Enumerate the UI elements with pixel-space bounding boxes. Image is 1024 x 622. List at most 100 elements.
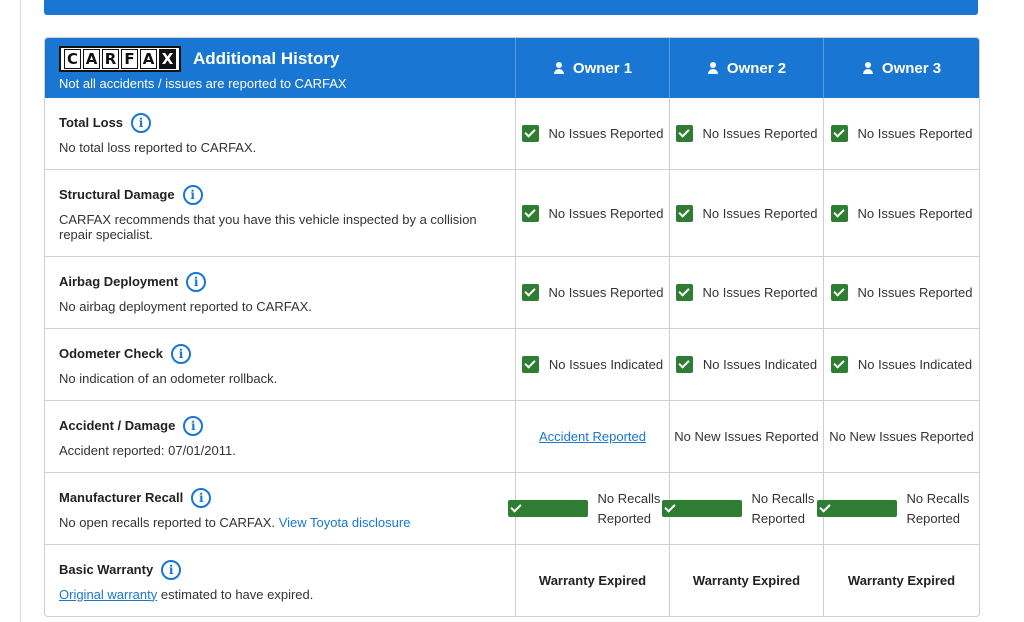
checkmark-icon — [830, 204, 848, 222]
checkmark-icon — [830, 356, 848, 373]
owner-2-status: No Issues Indicated — [670, 329, 824, 400]
status-text: No New Issues Reported — [829, 429, 974, 444]
checkmark-icon — [830, 284, 848, 301]
owner-3-status: No Recalls Reported — [816, 473, 979, 544]
warranty-description-text: estimated to have expired. — [160, 586, 314, 602]
owner-1-status: No Issues Reported — [516, 257, 670, 328]
status-text: No Recalls Reported — [906, 490, 970, 526]
row-description: Accident reported: 07/01/2011. — [59, 442, 236, 458]
owner-1-status: No Recalls Reported — [507, 473, 670, 544]
checkmark-icon — [830, 125, 848, 142]
owner-3-header: Owner 3 — [824, 38, 979, 98]
checkmark-icon — [521, 284, 539, 301]
logo-letter: C — [64, 48, 81, 69]
owner-1-status: No Issues Reported — [516, 170, 670, 256]
info-icon[interactable]: i — [161, 559, 182, 580]
section-subtitle: Not all accidents / issues are reported … — [59, 75, 347, 91]
person-icon — [862, 62, 874, 74]
table-row-airbag-deployment: Airbag Deployment i No airbag deployment … — [45, 257, 979, 329]
logo-letter: F — [121, 48, 138, 69]
row-title: Structural Damage — [59, 187, 175, 202]
row-title: Total Loss — [59, 115, 124, 130]
owner-1-status: Warranty Expired — [516, 545, 670, 616]
logo-letter: X — [159, 48, 176, 69]
owner-1-status: No Issues Reported — [516, 98, 670, 169]
table-header: C A R F A X Additional History Not all a… — [45, 38, 979, 98]
toyota-disclosure-link[interactable]: View Toyota disclosure — [279, 515, 411, 530]
row-label-cell: Structural Damage i CARFAX recommends tha… — [45, 170, 516, 256]
status-text: No Issues Indicated — [702, 357, 818, 372]
person-icon — [707, 62, 719, 74]
owner-2-status: No Issues Reported — [670, 257, 824, 328]
owner-2-header: Owner 2 — [670, 38, 824, 98]
owner-label: Owner 2 — [726, 59, 787, 77]
checkmark-icon — [661, 500, 742, 517]
logo-letter: A — [83, 48, 100, 69]
info-icon[interactable]: i — [191, 487, 212, 508]
status-text: No Issues Reported — [548, 205, 664, 221]
owner-3-status: No New Issues Reported — [824, 401, 979, 472]
owner-3-status: Warranty Expired — [824, 545, 979, 616]
table-row-manufacturer-recall: Manufacturer Recall i No open recalls rep… — [45, 473, 979, 545]
warranty-status: Warranty Expired — [847, 573, 956, 588]
status-text: No Issues Reported — [702, 205, 818, 221]
row-label-cell: Odometer Check i No indication of an odom… — [45, 329, 516, 400]
additional-history-table: C A R F A X Additional History Not all a… — [44, 37, 980, 617]
owner-3-status: No Issues Reported — [824, 170, 979, 256]
info-icon[interactable]: i — [186, 271, 207, 292]
checkmark-icon — [816, 500, 897, 517]
carfax-logo: C A R F A X — [59, 45, 181, 72]
section-title: Additional History — [193, 48, 340, 68]
owner-1-status: Accident Reported — [516, 401, 670, 472]
warranty-status: Warranty Expired — [692, 573, 801, 588]
row-description: No airbag deployment reported to CARFAX. — [59, 298, 312, 314]
info-icon[interactable]: i — [183, 415, 204, 436]
table-row-total-loss: Total Loss i No total loss reported to CA… — [45, 98, 979, 170]
checkmark-icon — [521, 356, 539, 373]
warranty-status: Warranty Expired — [538, 573, 647, 588]
checkmark-icon — [521, 125, 539, 142]
owner-2-status: No Recalls Reported — [661, 473, 824, 544]
owner-label: Owner 3 — [881, 59, 942, 77]
status-text: No Issues Reported — [702, 285, 818, 300]
checkmark-icon — [675, 204, 693, 222]
row-description: No indication of an odometer rollback. — [59, 370, 278, 386]
info-icon[interactable]: i — [182, 184, 203, 205]
original-warranty-link[interactable]: Original warranty — [59, 587, 157, 602]
logo-letter: A — [140, 48, 157, 69]
row-label-cell: Airbag Deployment i No airbag deployment … — [45, 257, 516, 328]
table-row-structural-damage: Structural Damage i CARFAX recommends tha… — [45, 170, 979, 257]
info-icon[interactable]: i — [131, 112, 152, 133]
table-row-accident-damage: Accident / Damage i Accident reported: 07… — [45, 401, 979, 473]
person-icon — [553, 62, 565, 74]
owner-2-status: No Issues Reported — [670, 170, 824, 256]
owner-2-status: No New Issues Reported — [670, 401, 824, 472]
row-title: Basic Warranty — [59, 562, 154, 577]
row-title: Airbag Deployment — [59, 274, 179, 289]
owner-3-status: No Issues Reported — [824, 257, 979, 328]
row-label-cell: Accident / Damage i Accident reported: 07… — [45, 401, 516, 472]
info-icon[interactable]: i — [171, 343, 192, 364]
row-title: Odometer Check — [59, 346, 164, 361]
owner-2-status: Warranty Expired — [670, 545, 824, 616]
checkmark-icon — [521, 204, 539, 222]
row-description: Original warranty estimated to have expi… — [59, 587, 501, 602]
status-text: No Issues Reported — [548, 126, 664, 141]
accident-reported-link[interactable]: Accident Reported — [539, 429, 646, 444]
logo-letter: R — [102, 48, 119, 69]
top-blue-bar — [44, 0, 978, 15]
recall-description-text: No open recalls reported to CARFAX. — [59, 514, 276, 530]
owner-2-status: No Issues Reported — [670, 98, 824, 169]
status-text: No Issues Reported — [857, 205, 973, 221]
row-label-cell: Basic Warranty i Original warranty estima… — [45, 545, 516, 616]
row-description: CARFAX recommends that you have this veh… — [59, 211, 477, 242]
header-label-cell: C A R F A X Additional History Not all a… — [45, 38, 516, 98]
row-description: No total loss reported to CARFAX. — [59, 139, 257, 155]
checkmark-icon — [675, 125, 693, 142]
status-text: No Issues Reported — [702, 126, 818, 141]
row-title: Manufacturer Recall — [59, 490, 184, 505]
row-label-cell: Total Loss i No total loss reported to CA… — [45, 98, 516, 169]
checkmark-icon — [507, 500, 588, 517]
row-title: Accident / Damage — [59, 418, 176, 433]
status-text: No Issues Indicated — [548, 357, 664, 372]
